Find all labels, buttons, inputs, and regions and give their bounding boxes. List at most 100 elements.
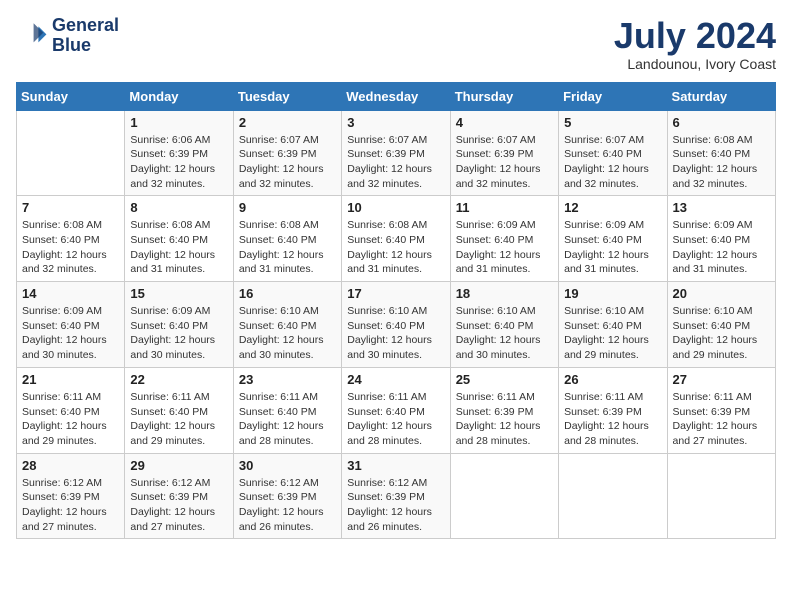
day-number: 2 bbox=[239, 115, 336, 130]
day-number: 9 bbox=[239, 200, 336, 215]
day-info: Sunrise: 6:10 AM Sunset: 6:40 PM Dayligh… bbox=[239, 304, 336, 363]
day-info: Sunrise: 6:09 AM Sunset: 6:40 PM Dayligh… bbox=[456, 218, 553, 277]
day-info: Sunrise: 6:08 AM Sunset: 6:40 PM Dayligh… bbox=[347, 218, 444, 277]
calendar-cell: 11 Sunrise: 6:09 AM Sunset: 6:40 PM Dayli… bbox=[450, 196, 558, 282]
day-info: Sunrise: 6:07 AM Sunset: 6:39 PM Dayligh… bbox=[347, 133, 444, 192]
day-number: 17 bbox=[347, 286, 444, 301]
day-info: Sunrise: 6:08 AM Sunset: 6:40 PM Dayligh… bbox=[22, 218, 119, 277]
weekday-header-sunday: Sunday bbox=[17, 82, 125, 110]
calendar-cell: 12 Sunrise: 6:09 AM Sunset: 6:40 PM Dayli… bbox=[559, 196, 667, 282]
calendar-cell: 31 Sunrise: 6:12 AM Sunset: 6:39 PM Dayli… bbox=[342, 453, 450, 539]
location: Landounou, Ivory Coast bbox=[614, 56, 776, 72]
calendar-cell: 27 Sunrise: 6:11 AM Sunset: 6:39 PM Dayli… bbox=[667, 367, 775, 453]
weekday-header-thursday: Thursday bbox=[450, 82, 558, 110]
day-info: Sunrise: 6:11 AM Sunset: 6:40 PM Dayligh… bbox=[347, 390, 444, 449]
calendar-cell: 24 Sunrise: 6:11 AM Sunset: 6:40 PM Dayli… bbox=[342, 367, 450, 453]
weekday-header-friday: Friday bbox=[559, 82, 667, 110]
day-info: Sunrise: 6:06 AM Sunset: 6:39 PM Dayligh… bbox=[130, 133, 227, 192]
day-info: Sunrise: 6:09 AM Sunset: 6:40 PM Dayligh… bbox=[22, 304, 119, 363]
day-number: 12 bbox=[564, 200, 661, 215]
day-info: Sunrise: 6:11 AM Sunset: 6:40 PM Dayligh… bbox=[22, 390, 119, 449]
calendar-cell: 16 Sunrise: 6:10 AM Sunset: 6:40 PM Dayli… bbox=[233, 282, 341, 368]
day-number: 6 bbox=[673, 115, 770, 130]
day-info: Sunrise: 6:10 AM Sunset: 6:40 PM Dayligh… bbox=[673, 304, 770, 363]
day-number: 11 bbox=[456, 200, 553, 215]
day-info: Sunrise: 6:10 AM Sunset: 6:40 PM Dayligh… bbox=[564, 304, 661, 363]
day-number: 30 bbox=[239, 458, 336, 473]
day-number: 5 bbox=[564, 115, 661, 130]
day-info: Sunrise: 6:09 AM Sunset: 6:40 PM Dayligh… bbox=[564, 218, 661, 277]
calendar-week-4: 21Sunrise: 6:11 AM Sunset: 6:40 PM Dayli… bbox=[17, 367, 776, 453]
day-info: Sunrise: 6:09 AM Sunset: 6:40 PM Dayligh… bbox=[130, 304, 227, 363]
day-number: 8 bbox=[130, 200, 227, 215]
logo-icon bbox=[16, 20, 48, 52]
day-number: 28 bbox=[22, 458, 119, 473]
day-info: Sunrise: 6:12 AM Sunset: 6:39 PM Dayligh… bbox=[130, 476, 227, 535]
calendar-cell: 29Sunrise: 6:12 AM Sunset: 6:39 PM Dayli… bbox=[125, 453, 233, 539]
day-info: Sunrise: 6:12 AM Sunset: 6:39 PM Dayligh… bbox=[347, 476, 444, 535]
day-info: Sunrise: 6:11 AM Sunset: 6:40 PM Dayligh… bbox=[239, 390, 336, 449]
weekday-header-saturday: Saturday bbox=[667, 82, 775, 110]
calendar-cell: 13Sunrise: 6:09 AM Sunset: 6:40 PM Dayli… bbox=[667, 196, 775, 282]
day-number: 14 bbox=[22, 286, 119, 301]
logo: General Blue bbox=[16, 16, 119, 56]
calendar-cell: 30Sunrise: 6:12 AM Sunset: 6:39 PM Dayli… bbox=[233, 453, 341, 539]
calendar-cell bbox=[559, 453, 667, 539]
day-info: Sunrise: 6:11 AM Sunset: 6:40 PM Dayligh… bbox=[130, 390, 227, 449]
calendar-cell bbox=[17, 110, 125, 196]
calendar-body: 1 Sunrise: 6:06 AM Sunset: 6:39 PM Daylig… bbox=[17, 110, 776, 539]
calendar-cell: 22Sunrise: 6:11 AM Sunset: 6:40 PM Dayli… bbox=[125, 367, 233, 453]
calendar-cell bbox=[667, 453, 775, 539]
title-block: July 2024 Landounou, Ivory Coast bbox=[614, 16, 776, 72]
day-info: Sunrise: 6:12 AM Sunset: 6:39 PM Dayligh… bbox=[22, 476, 119, 535]
calendar-cell: 14 Sunrise: 6:09 AM Sunset: 6:40 PM Dayli… bbox=[17, 282, 125, 368]
weekday-header-row: SundayMondayTuesdayWednesdayThursdayFrid… bbox=[17, 82, 776, 110]
calendar-cell: 4 Sunrise: 6:07 AM Sunset: 6:39 PM Daylig… bbox=[450, 110, 558, 196]
calendar-cell: 18 Sunrise: 6:10 AM Sunset: 6:40 PM Dayli… bbox=[450, 282, 558, 368]
day-number: 15 bbox=[130, 286, 227, 301]
day-info: Sunrise: 6:07 AM Sunset: 6:39 PM Dayligh… bbox=[456, 133, 553, 192]
weekday-header-tuesday: Tuesday bbox=[233, 82, 341, 110]
calendar-table: SundayMondayTuesdayWednesdayThursdayFrid… bbox=[16, 82, 776, 540]
day-number: 7 bbox=[22, 200, 119, 215]
day-number: 16 bbox=[239, 286, 336, 301]
calendar-cell bbox=[450, 453, 558, 539]
day-number: 3 bbox=[347, 115, 444, 130]
month-year: July 2024 bbox=[614, 16, 776, 56]
calendar-week-3: 14 Sunrise: 6:09 AM Sunset: 6:40 PM Dayli… bbox=[17, 282, 776, 368]
day-number: 25 bbox=[456, 372, 553, 387]
calendar-cell: 2Sunrise: 6:07 AM Sunset: 6:39 PM Daylig… bbox=[233, 110, 341, 196]
day-number: 4 bbox=[456, 115, 553, 130]
calendar-week-2: 7 Sunrise: 6:08 AM Sunset: 6:40 PM Daylig… bbox=[17, 196, 776, 282]
day-number: 18 bbox=[456, 286, 553, 301]
day-number: 27 bbox=[673, 372, 770, 387]
calendar-cell: 20Sunrise: 6:10 AM Sunset: 6:40 PM Dayli… bbox=[667, 282, 775, 368]
day-info: Sunrise: 6:11 AM Sunset: 6:39 PM Dayligh… bbox=[673, 390, 770, 449]
calendar-cell: 21Sunrise: 6:11 AM Sunset: 6:40 PM Dayli… bbox=[17, 367, 125, 453]
page-header: General Blue July 2024 Landounou, Ivory … bbox=[16, 16, 776, 72]
weekday-header-wednesday: Wednesday bbox=[342, 82, 450, 110]
day-info: Sunrise: 6:11 AM Sunset: 6:39 PM Dayligh… bbox=[564, 390, 661, 449]
calendar-cell: 19 Sunrise: 6:10 AM Sunset: 6:40 PM Dayli… bbox=[559, 282, 667, 368]
day-number: 31 bbox=[347, 458, 444, 473]
day-number: 13 bbox=[673, 200, 770, 215]
calendar-cell: 6 Sunrise: 6:08 AM Sunset: 6:40 PM Daylig… bbox=[667, 110, 775, 196]
calendar-cell: 15 Sunrise: 6:09 AM Sunset: 6:40 PM Dayli… bbox=[125, 282, 233, 368]
day-number: 19 bbox=[564, 286, 661, 301]
day-number: 24 bbox=[347, 372, 444, 387]
weekday-header-monday: Monday bbox=[125, 82, 233, 110]
day-info: Sunrise: 6:08 AM Sunset: 6:40 PM Dayligh… bbox=[673, 133, 770, 192]
logo-text: General Blue bbox=[52, 16, 119, 56]
calendar-cell: 7 Sunrise: 6:08 AM Sunset: 6:40 PM Daylig… bbox=[17, 196, 125, 282]
day-number: 10 bbox=[347, 200, 444, 215]
day-info: Sunrise: 6:10 AM Sunset: 6:40 PM Dayligh… bbox=[456, 304, 553, 363]
calendar-cell: 8Sunrise: 6:08 AM Sunset: 6:40 PM Daylig… bbox=[125, 196, 233, 282]
calendar-cell: 23 Sunrise: 6:11 AM Sunset: 6:40 PM Dayli… bbox=[233, 367, 341, 453]
day-number: 23 bbox=[239, 372, 336, 387]
calendar-cell: 28 Sunrise: 6:12 AM Sunset: 6:39 PM Dayli… bbox=[17, 453, 125, 539]
day-info: Sunrise: 6:10 AM Sunset: 6:40 PM Dayligh… bbox=[347, 304, 444, 363]
day-number: 1 bbox=[130, 115, 227, 130]
calendar-cell: 1 Sunrise: 6:06 AM Sunset: 6:39 PM Daylig… bbox=[125, 110, 233, 196]
calendar-cell: 10 Sunrise: 6:08 AM Sunset: 6:40 PM Dayli… bbox=[342, 196, 450, 282]
calendar-cell: 17 Sunrise: 6:10 AM Sunset: 6:40 PM Dayli… bbox=[342, 282, 450, 368]
